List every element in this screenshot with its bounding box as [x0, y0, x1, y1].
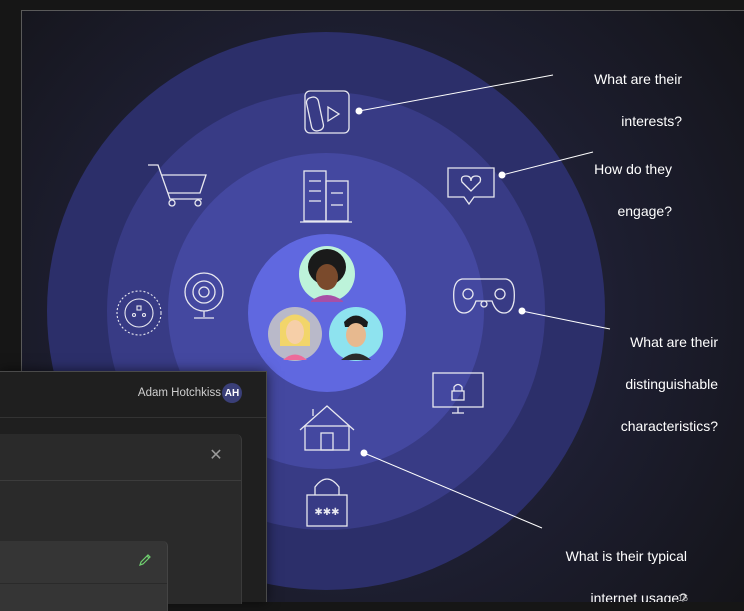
- avatar[interactable]: AH: [222, 383, 242, 403]
- callout-characteristics: What are their distinguishable character…: [568, 311, 718, 458]
- close-icon: ✕: [209, 447, 223, 464]
- persona-woman-blonde: [268, 307, 322, 361]
- pencil-icon: [139, 554, 151, 566]
- callout-line: What are their: [630, 334, 718, 350]
- callout-line: characteristics?: [620, 418, 718, 434]
- svg-text:✱✱✱: ✱✱✱: [314, 507, 339, 518]
- callout-line: engage?: [617, 203, 672, 219]
- edit-button[interactable]: [137, 552, 153, 568]
- callout-line: interests?: [621, 113, 682, 129]
- user-name: Adam Hotchkiss: [137, 387, 221, 399]
- callout-line: How do they: [594, 161, 672, 177]
- callout-engage: How do they engage?: [542, 138, 672, 243]
- card-divider: [0, 583, 167, 584]
- app-header: Adam Hotchkiss AH: [0, 372, 266, 418]
- callout-line: internet usage?: [590, 590, 687, 602]
- persona-woman-curly-hair: [299, 246, 355, 302]
- app-window: Adam Hotchkiss AH ✕: [0, 371, 267, 611]
- close-button[interactable]: ✕: [207, 447, 225, 465]
- callout-internet-usage: What is their typical internet usage?: [522, 525, 687, 602]
- modal-header: ✕: [0, 434, 241, 481]
- callout-line: What is their typical: [565, 548, 687, 564]
- callout-line: distinguishable: [625, 376, 718, 392]
- callout-line: What are their: [594, 71, 682, 87]
- persona-man-dark-hair: [329, 307, 383, 361]
- modal-dialog: ✕: [0, 434, 242, 611]
